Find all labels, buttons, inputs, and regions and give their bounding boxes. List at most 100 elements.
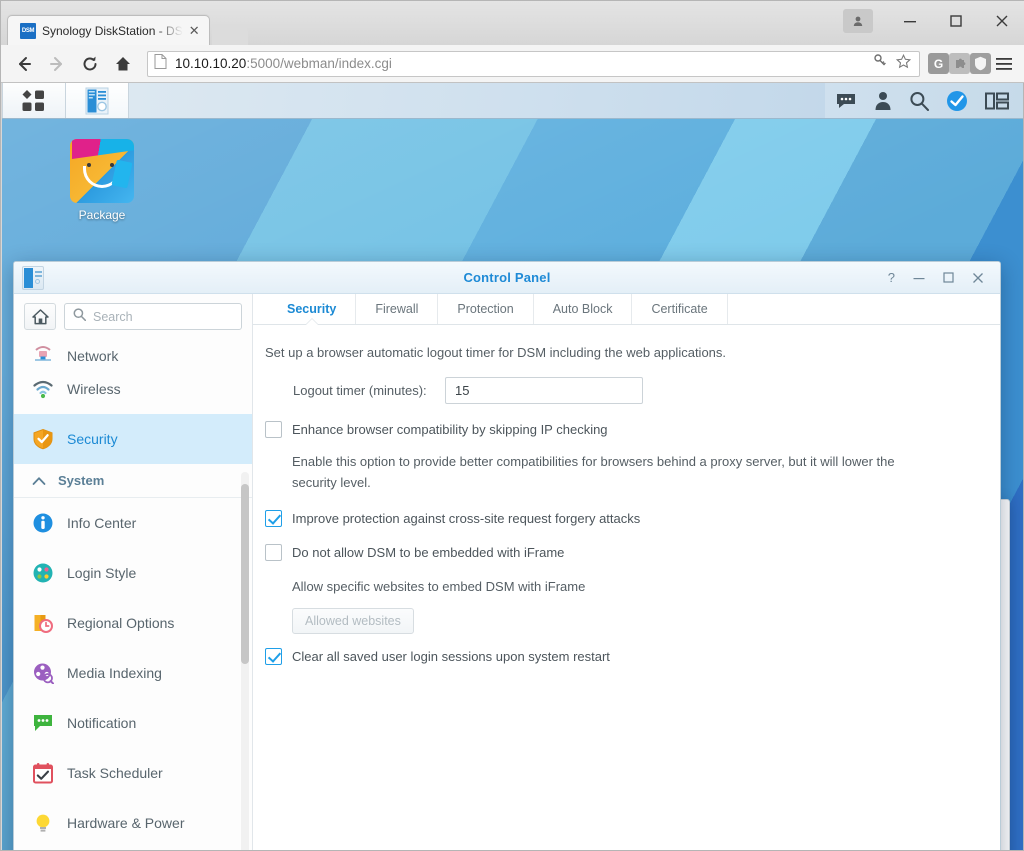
forward-icon [42,49,72,79]
sidebar-item-security[interactable]: Security [14,414,252,464]
sidebar-item-login-style[interactable]: Login Style [14,548,252,598]
back-icon[interactable] [9,49,39,79]
wireless-icon [32,378,54,400]
dsm-desktop: Package 40 20 0 [2,119,1023,850]
sidebar-nav-list: Network Wireless [14,337,252,850]
browser-close-button[interactable] [979,7,1024,35]
sidebar-item-label: Regional Options [67,615,174,631]
tab-security[interactable]: Security [268,294,356,324]
browser-minimize-button[interactable] [887,7,933,35]
sidebar-item-hardware-power[interactable]: Hardware & Power [14,798,252,848]
allowed-websites-button[interactable]: Allowed websites [292,608,414,634]
clear-sessions-label: Clear all saved user login sessions upon… [292,647,610,666]
package-center-shortcut[interactable]: Package [54,139,150,222]
iframe-block-row[interactable]: Do not allow DSM to be embedded with iFr… [265,543,978,562]
sidebar-item-label: Hardware & Power [67,815,185,831]
taskbar-control-panel[interactable] [66,83,128,118]
search-icon [73,308,86,326]
search-input[interactable]: Search [64,303,242,330]
maximize-button[interactable] [943,272,954,283]
iframe-block-checkbox[interactable] [265,544,282,561]
search-placeholder: Search [93,310,133,324]
control-panel-main: Security Firewall Protection Auto Block … [253,294,1000,850]
intro-text: Set up a browser automatic logout timer … [265,343,978,363]
shield-extension-icon[interactable] [970,53,991,74]
notifications-icon[interactable] [835,92,857,110]
enhance-compat-label: Enhance browser compatibility by skippin… [292,420,608,439]
sidebar-item-label: Task Scheduler [67,765,163,781]
logout-timer-row: Logout timer (minutes): [265,377,978,404]
tab-firewall[interactable]: Firewall [356,294,438,324]
main-menu-button[interactable] [3,83,65,118]
minimize-button[interactable] [913,273,925,283]
sidebar-group-system[interactable]: System [14,464,252,498]
tab-auto-block[interactable]: Auto Block [534,294,633,324]
control-panel-title: Control Panel [14,270,1000,285]
profile-avatar-icon[interactable] [843,9,873,33]
search-icon[interactable] [909,91,929,111]
calendar-clock-icon [32,612,54,634]
browser-titlebar: DSM Synology DiskStation - DS ✕ [1,1,1024,45]
sidebar-item-task-scheduler[interactable]: Task Scheduler [14,748,252,798]
sidebar-item-regional-options[interactable]: Regional Options [14,598,252,648]
shield-icon [32,428,54,450]
control-panel-titlebar[interactable]: Control Panel ? [14,262,1000,294]
chat-bubble-icon [32,712,54,734]
page-document-icon [154,54,167,74]
csrf-protection-label: Improve protection against cross-site re… [292,509,640,528]
package-center-icon [70,139,134,203]
sidebar-item-wireless[interactable]: Wireless [14,364,252,414]
chevron-up-icon [32,474,46,488]
logout-timer-input[interactable] [445,377,643,404]
sidebar-scrollbar-thumb[interactable] [241,484,249,664]
help-button[interactable]: ? [888,271,895,284]
sidebar-item-label: Login Style [67,565,136,581]
sidebar-item-network[interactable]: Network [14,338,252,364]
sidebar-item-notification[interactable]: Notification [14,698,252,748]
new-tab-button[interactable] [212,25,248,45]
browser-window: DSM Synology DiskStation - DS ✕ [0,0,1024,851]
key-icon[interactable] [873,54,887,73]
sidebar-item-info-center[interactable]: Info Center [14,498,252,548]
taskbar-spacer [129,83,825,118]
browser-maximize-button[interactable] [933,7,979,35]
tab-certificate[interactable]: Certificate [632,294,727,324]
iframe-help-text: Allow specific websites to embed DSM wit… [265,576,925,597]
browser-menu-icon[interactable] [991,57,1017,71]
clear-sessions-checkbox[interactable] [265,648,282,665]
dsm-page: Package 40 20 0 [2,83,1023,850]
enhance-compat-checkbox[interactable] [265,421,282,438]
settings-tabs: Security Firewall Protection Auto Block … [253,294,1000,325]
puzzle-extension-icon[interactable] [949,53,970,74]
close-button[interactable] [972,272,984,284]
logout-timer-label: Logout timer (minutes): [265,383,445,398]
sidebar-item-label: Network [67,348,118,364]
browser-tab-title: Synology DiskStation - DS [42,24,183,38]
panels-icon[interactable] [985,91,1009,111]
google-extension-icon[interactable]: G [928,53,949,74]
clear-sessions-row[interactable]: Clear all saved user login sessions upon… [265,647,978,666]
address-bar[interactable]: 10.10.10.20:5000/webman/index.cgi [147,51,920,77]
home-icon[interactable] [108,49,138,79]
csrf-protection-checkbox[interactable] [265,510,282,527]
enhance-compat-row[interactable]: Enhance browser compatibility by skippin… [265,420,978,439]
sidebar-item-media-indexing[interactable]: Media Indexing [14,648,252,698]
bookmark-star-icon[interactable] [896,54,911,74]
palette-icon [32,562,54,584]
user-options-icon[interactable] [874,91,892,110]
browser-navigation-bar: 10.10.10.20:5000/webman/index.cgi G [1,45,1024,83]
tab-protection[interactable]: Protection [438,294,533,324]
iframe-block-label: Do not allow DSM to be embedded with iFr… [292,543,564,562]
close-tab-icon[interactable]: ✕ [189,24,200,37]
lightbulb-icon [32,812,54,834]
sidebar-item-label: Info Center [67,515,136,531]
sidebar-item-label: Notification [67,715,136,731]
tab-strip: DSM Synology DiskStation - DS ✕ [7,15,248,45]
check-circle-icon[interactable] [946,90,968,112]
film-reel-icon [32,662,54,684]
reload-icon[interactable] [75,49,105,79]
csrf-protection-row[interactable]: Improve protection against cross-site re… [265,509,978,528]
browser-tab[interactable]: DSM Synology DiskStation - DS ✕ [7,15,210,45]
control-panel-home-button[interactable] [24,303,56,330]
taskbar-tray [825,83,1023,118]
